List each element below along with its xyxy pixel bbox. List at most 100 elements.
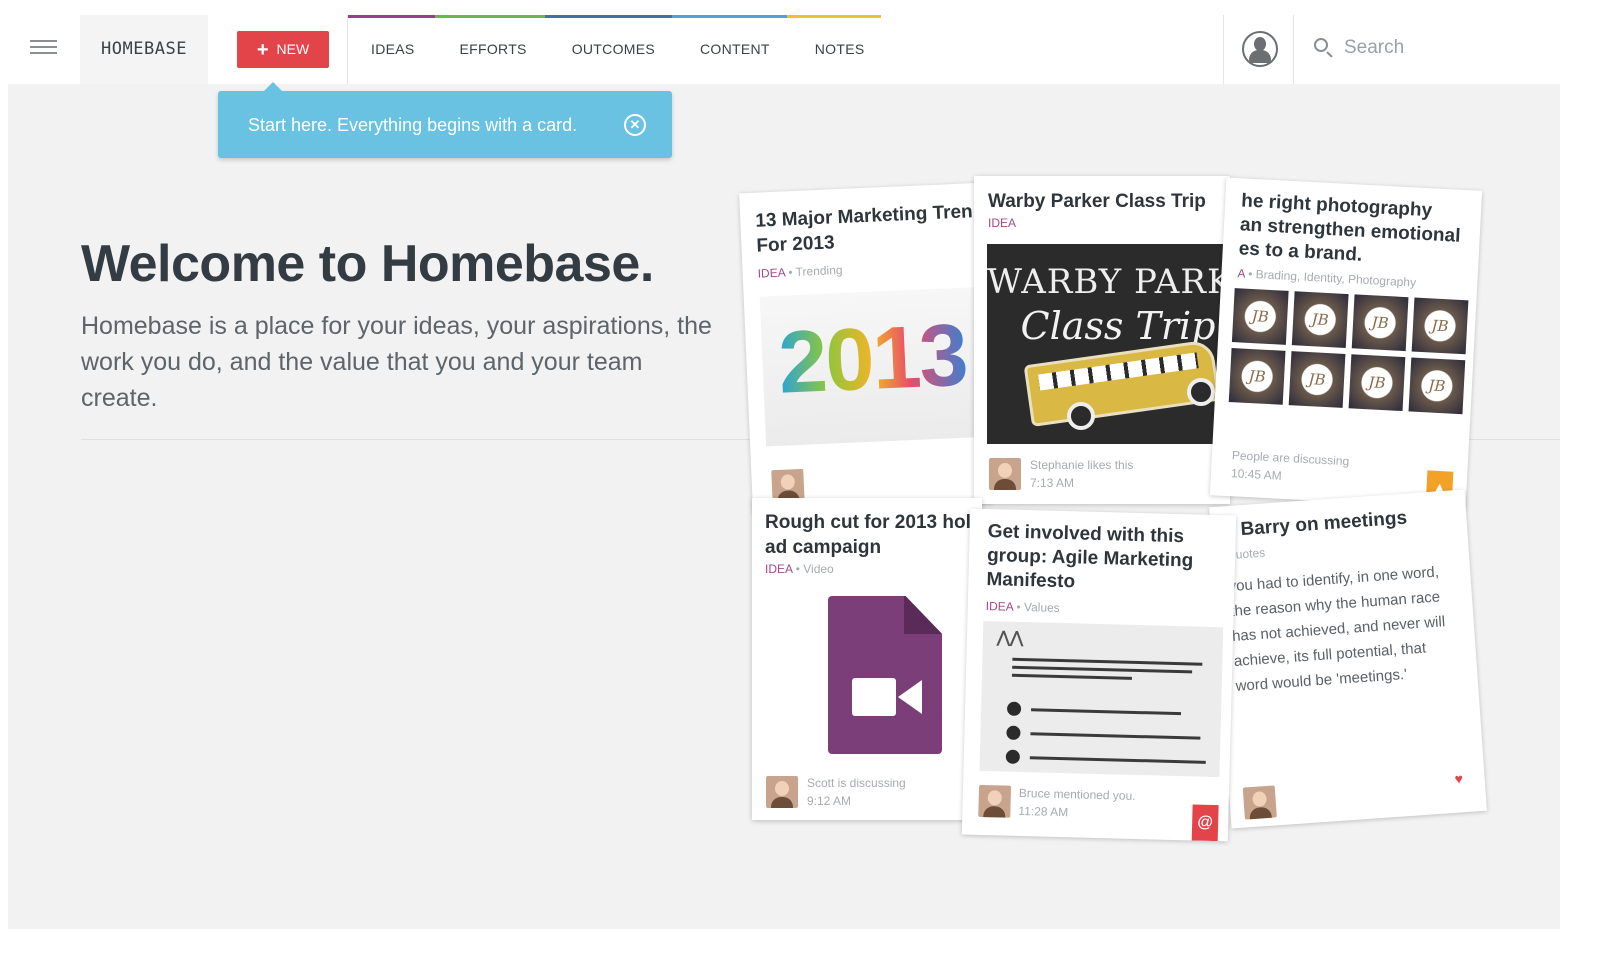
text-line <box>1031 708 1182 716</box>
nav-color-bar <box>348 15 881 18</box>
quote-text: you had to identify, in one word, the re… <box>1228 563 1446 695</box>
card-kind: A <box>1237 266 1246 281</box>
close-circle-icon[interactable]: ✕ <box>624 114 646 136</box>
activity-time: 9:12 AM <box>807 794 852 808</box>
card-image-warby-chalkboard: WARBY PARKER Class Trip <box>987 244 1229 444</box>
video-file-icon <box>828 596 942 754</box>
card-image-manifesto: ⋀⋀ <box>979 620 1224 778</box>
activity-text: Scott is discussing <box>807 776 906 790</box>
card-meta: IDEA • Trending <box>757 262 843 281</box>
card-title-line2: ad campaign <box>765 537 882 558</box>
avatar <box>766 776 798 808</box>
hamburger-menu-icon[interactable] <box>30 40 57 54</box>
photo-tile: JB <box>1288 351 1346 408</box>
search-input[interactable] <box>1344 32 1534 64</box>
text-line <box>1012 657 1203 666</box>
card-image-photo-grid: JB JB JB JB JB JB JB JB <box>1228 288 1469 415</box>
onboarding-tooltip: Start here. Everything begins with a car… <box>218 82 672 158</box>
activity-text: Stephanie likes this <box>1030 458 1134 472</box>
photo-tile: JB <box>1228 348 1286 405</box>
card-warby-parker[interactable]: Warby Parker Class Trip IDEA WARBY PARKE… <box>974 176 1230 504</box>
nav-color-outcomes <box>545 15 672 18</box>
camera-lens <box>898 680 922 714</box>
card-image-2013: 2013 <box>759 286 993 447</box>
nav-color-ideas <box>348 15 435 18</box>
card-kind: IDEA <box>985 599 1014 614</box>
nav-tabs: IDEAS EFFORTS OUTCOMES CONTENT NOTES <box>348 41 865 57</box>
welcome-description: Homebase is a place for your ideas, your… <box>81 312 712 412</box>
tab-notes[interactable]: NOTES <box>815 41 865 57</box>
card-title: e Barry on meetings <box>1224 507 1408 542</box>
avatar <box>1242 785 1277 820</box>
card-activity: Scott is discussing 9:12 AM <box>807 774 906 810</box>
photo-tile: JB <box>1411 297 1469 355</box>
tooltip-text: Start here. Everything begins with a car… <box>248 115 578 135</box>
card-kind: IDEA <box>988 216 1017 230</box>
tab-efforts[interactable]: EFFORTS <box>460 41 527 57</box>
card-kind: IDEA <box>757 265 786 281</box>
plus-icon: + <box>256 39 269 61</box>
card-agile-marketing[interactable]: Get involved with this group: Agile Mark… <box>961 508 1237 842</box>
bus-wheel <box>1067 402 1095 430</box>
bullet <box>1005 749 1021 764</box>
profile-area <box>1223 15 1294 84</box>
main-nav: IDEAS EFFORTS OUTCOMES CONTENT NOTES <box>347 15 1227 84</box>
card-kind: IDEA <box>765 562 793 576</box>
card-rough-cut-video[interactable]: Rough cut for 2013 holi ad campaign IDEA… <box>752 498 982 820</box>
top-navigation-bar: HOMEBASE + NEW IDEAS EFFORTS OUTCOMES CON… <box>8 0 1560 84</box>
search-box[interactable] <box>1314 32 1544 64</box>
text-line <box>1012 665 1193 674</box>
card-tags: Values <box>1023 600 1060 615</box>
card-tags: Trending <box>795 262 843 279</box>
text-line <box>1011 673 1132 680</box>
tab-outcomes[interactable]: OUTCOMES <box>572 41 655 57</box>
bullet <box>1006 725 1021 740</box>
add-user-profile-icon[interactable] <box>1242 31 1278 67</box>
card-image-text: 2013 <box>776 304 969 412</box>
card-meta: A • Brading, Identity, Photography <box>1237 266 1417 290</box>
photo-tile: JB <box>1231 288 1289 345</box>
photo-tile: JB <box>1351 294 1409 352</box>
card-title-line1: 13 Major Marketing Tren <box>754 201 974 232</box>
card-meta: IDEA • Video <box>765 562 834 576</box>
card-title: Warby Parker Class Trip <box>988 191 1206 212</box>
text-line <box>1030 732 1201 740</box>
card-marketing-trends[interactable]: 13 Major Marketing Tren For 2013 IDEA • … <box>739 182 993 514</box>
bus-wheel <box>1187 378 1215 406</box>
bullet <box>1006 701 1022 716</box>
chalk-text-1: WARBY PARKER <box>987 262 1229 302</box>
at-mention-icon[interactable]: @ <box>1191 804 1219 842</box>
photo-tile: JB <box>1408 357 1466 415</box>
card-title-line1: Rough cut for 2013 holi <box>765 512 977 533</box>
text-line <box>1029 756 1206 764</box>
manifesto-logo-icon: ⋀⋀ <box>996 629 1024 647</box>
card-barry-quote[interactable]: e Barry on meetings Quotes you had to id… <box>1209 489 1487 829</box>
search-icon[interactable] <box>1314 38 1328 52</box>
card-tags: Video <box>803 562 834 576</box>
nav-color-efforts <box>435 15 545 18</box>
new-card-button[interactable]: + NEW <box>237 31 329 68</box>
card-meta: IDEA <box>988 216 1016 230</box>
nav-color-notes <box>787 15 881 18</box>
photo-tile: JB <box>1348 354 1406 412</box>
card-activity: People are discussing 10:45 AM <box>1231 446 1350 488</box>
card-activity: Bruce mentioned you. 11:28 AM <box>1018 784 1136 823</box>
new-button-label: NEW <box>276 41 310 57</box>
page-title: Welcome to Homebase. <box>81 235 654 293</box>
avatar <box>989 458 1021 490</box>
card-photography[interactable]: he right photography an strengthen emoti… <box>1209 177 1483 509</box>
photo-tile: JB <box>1291 291 1349 348</box>
card-title-line3: Manifesto <box>986 569 1076 593</box>
activity-time: 7:13 AM <box>1030 476 1075 490</box>
card-meta: IDEA • Values <box>985 599 1060 615</box>
camera-body <box>852 678 896 716</box>
tab-ideas[interactable]: IDEAS <box>371 41 415 57</box>
heart-icon[interactable]: ♥ <box>1454 770 1463 787</box>
card-title-line3: es to a brand. <box>1238 238 1363 266</box>
card-tags: Brading, Identity, Photography <box>1255 267 1417 290</box>
brand-logo[interactable]: HOMEBASE <box>80 15 208 84</box>
main-content: Start here. Everything begins with a car… <box>8 82 1560 929</box>
nav-color-content <box>672 15 787 18</box>
tab-content[interactable]: CONTENT <box>700 41 770 57</box>
activity-time: 11:28 AM <box>1018 803 1069 820</box>
